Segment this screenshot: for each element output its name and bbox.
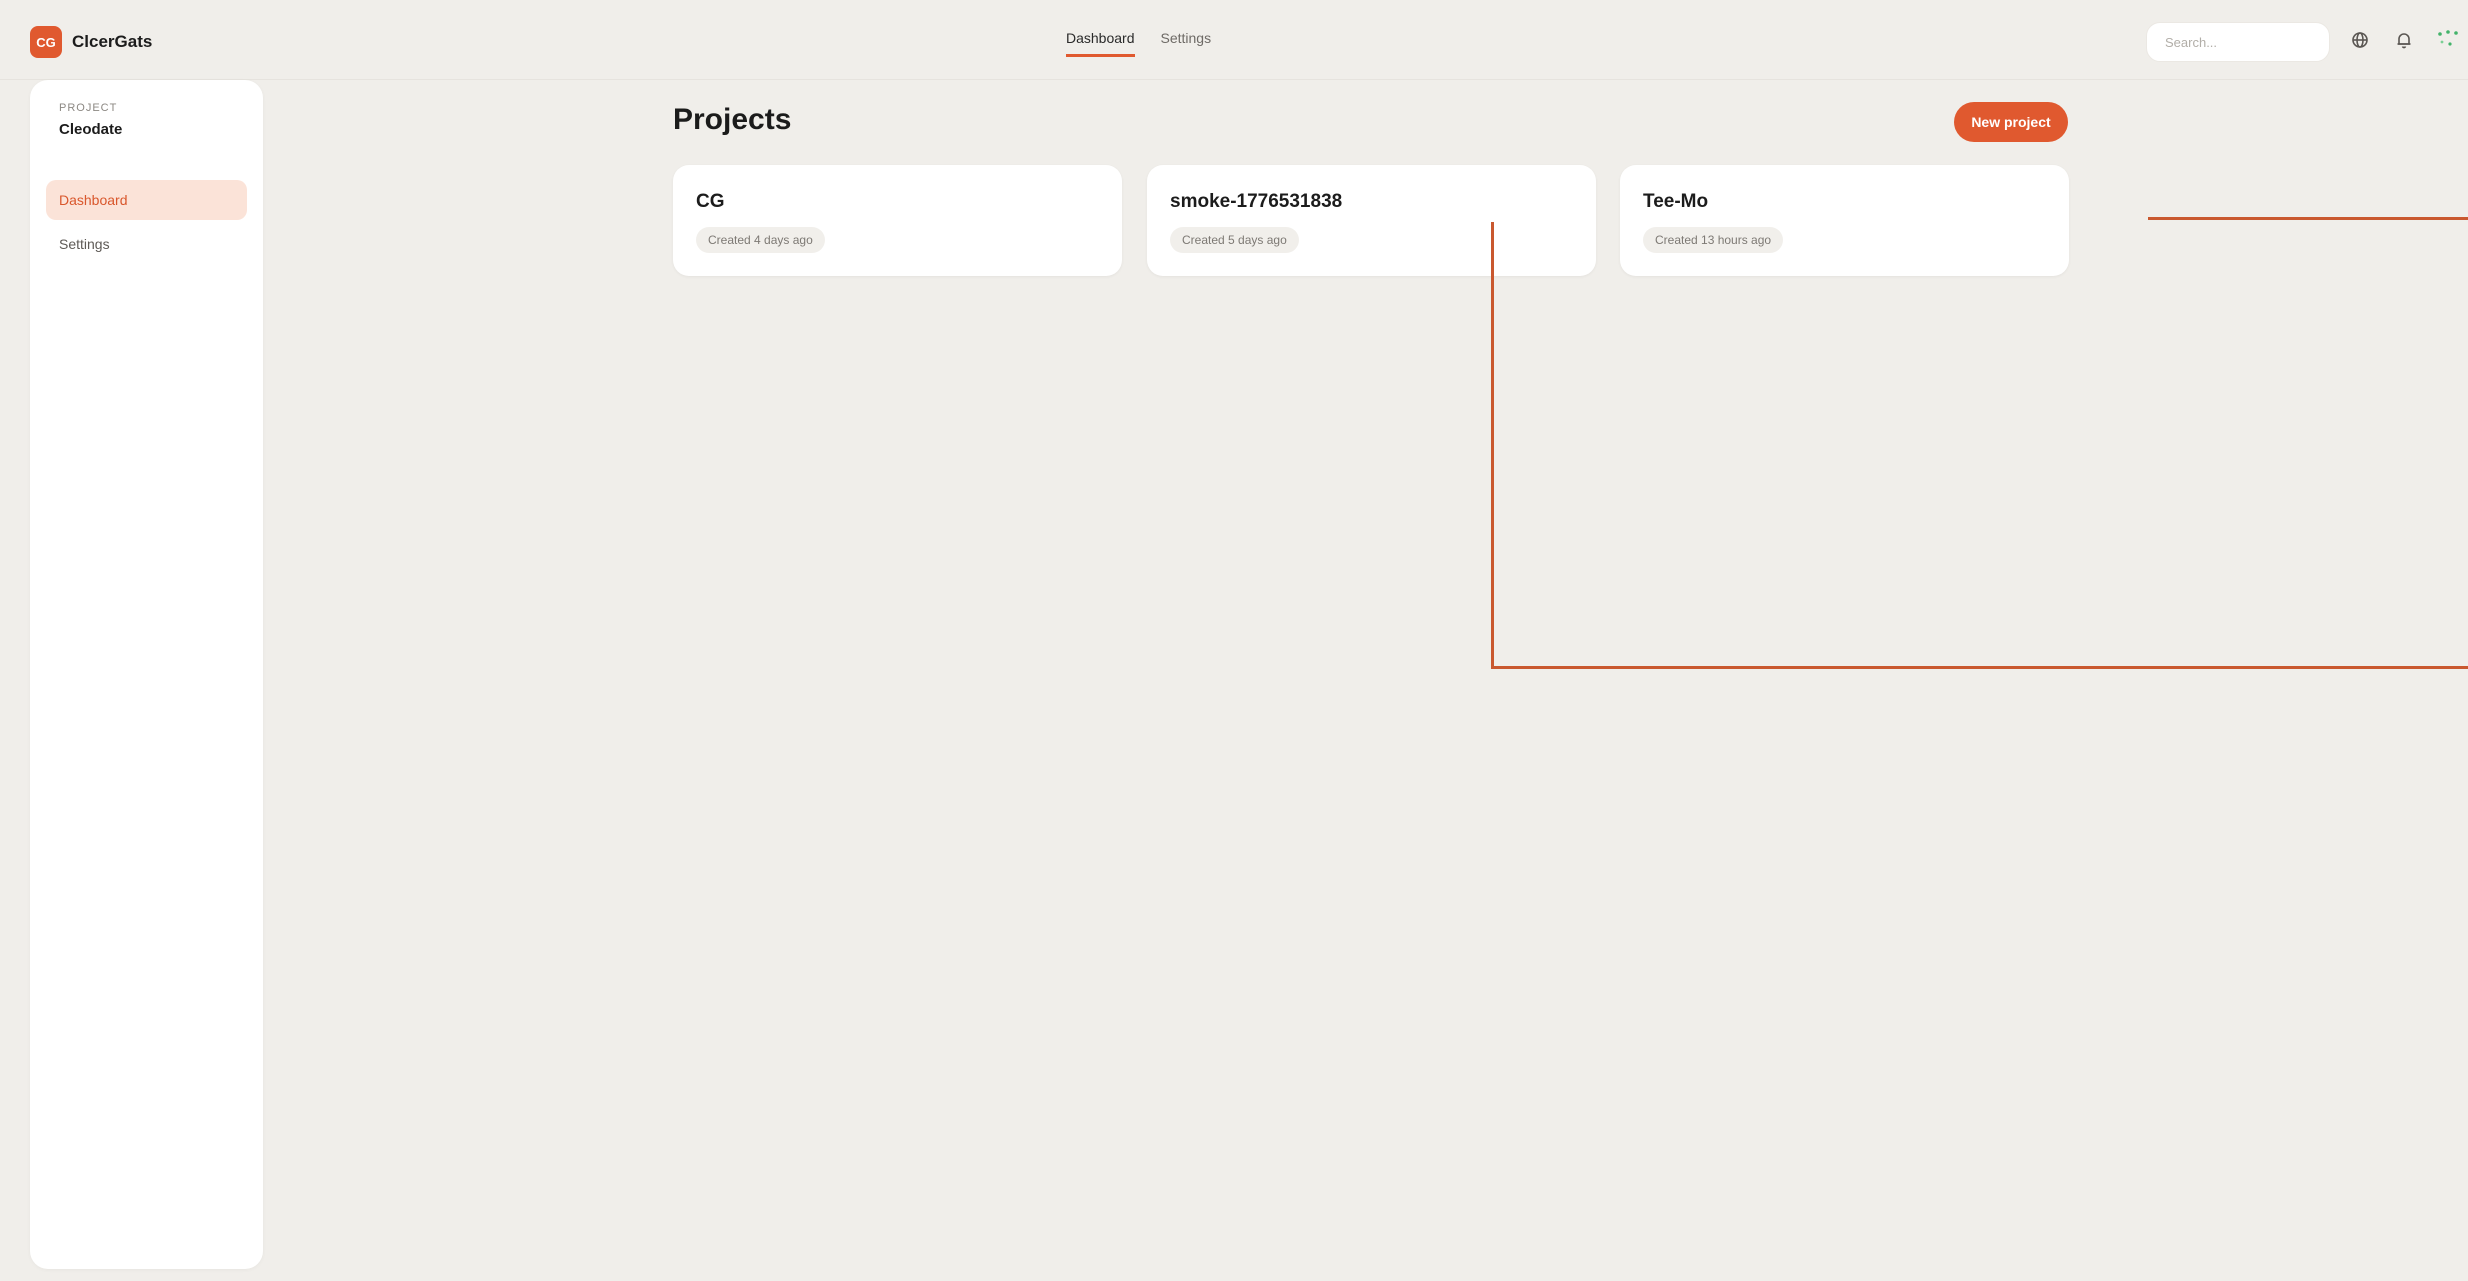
project-card-tee-mo[interactable]: Tee-Mo Created 13 hours ago	[1620, 165, 2069, 276]
page-title: Projects	[673, 103, 792, 136]
brand-name: ClcerGats	[72, 32, 153, 51]
project-name: Tee-Mo	[1643, 191, 1709, 212]
sidebar-item-label: Settings	[59, 236, 110, 252]
sidebar-item-dashboard[interactable]: Dashboard	[46, 180, 247, 220]
sidebar-project-name[interactable]: Cleodate	[59, 121, 122, 138]
project-created-badge: Created 4 days ago	[696, 227, 825, 253]
connector-line-top	[2148, 217, 2468, 220]
project-name: smoke-1776531838	[1170, 191, 1343, 212]
globe-icon[interactable]	[2348, 28, 2372, 52]
project-created-badge: Created 5 days ago	[1170, 227, 1299, 253]
new-project-button[interactable]: New project	[1954, 102, 2068, 142]
sidebar-item-settings[interactable]: Settings	[46, 224, 247, 264]
brand-logo-icon: CG	[30, 26, 62, 58]
bell-icon[interactable]	[2392, 28, 2416, 52]
search-box	[2146, 22, 2330, 62]
brand[interactable]: CG ClcerGats	[30, 26, 152, 58]
connector-line-bottom	[1491, 666, 2468, 669]
tab-dashboard[interactable]: Dashboard	[1066, 30, 1135, 57]
status-icon[interactable]	[2432, 24, 2468, 60]
search-input[interactable]	[2165, 34, 2311, 50]
sidebar-item-label: Dashboard	[59, 192, 128, 208]
top-nav: Dashboard Settings	[1066, 30, 1211, 57]
connector-line-vertical	[1491, 222, 1494, 669]
tab-settings[interactable]: Settings	[1161, 30, 1212, 57]
project-name: CG	[696, 191, 725, 212]
app-root: CG ClcerGats Dashboard Settings Search..…	[0, 0, 2468, 1281]
project-card-smoke[interactable]: smoke-1776531838 Created 5 days ago	[1147, 165, 1596, 276]
top-bar: CG ClcerGats Dashboard Settings	[0, 0, 2468, 80]
project-card-cg[interactable]: CG Created 4 days ago	[673, 165, 1122, 276]
sidebar-kicker: PROJECT	[59, 102, 118, 114]
project-created-badge: Created 13 hours ago	[1643, 227, 1784, 253]
sidebar: PROJECT Cleodate Dashboard Settings	[30, 80, 263, 1269]
